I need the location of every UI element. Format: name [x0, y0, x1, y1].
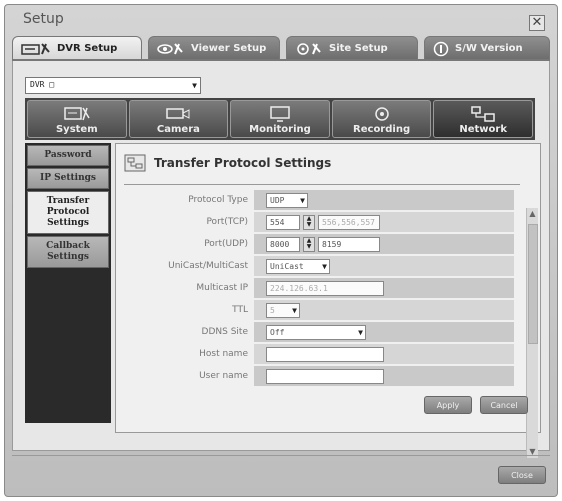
port-udp-input[interactable]: 8000: [266, 236, 300, 252]
protocol-type-label: Protocol Type: [188, 195, 248, 205]
chevron-down-icon: ▼: [292, 305, 297, 315]
top-tabs: DVR Setup Viewer Setup Site Setup S/W Ve…: [12, 36, 550, 60]
viewer-setup-icon: [157, 42, 183, 54]
port-udp-range: 8159: [318, 236, 380, 252]
dvr-setup-icon: [21, 42, 50, 55]
category-network[interactable]: Network: [433, 100, 533, 138]
ttl-select[interactable]: 5 ▼: [266, 302, 300, 318]
user-name-label: User name: [199, 371, 248, 381]
sidebar-item-ip-settings[interactable]: IP Settings: [27, 168, 109, 189]
host-name-input[interactable]: [266, 346, 384, 362]
transfer-protocol-pane: Transfer Protocol Settings Protocol Type…: [115, 143, 541, 458]
row-protocol-type: Protocol Type UDP ▼: [124, 190, 514, 210]
port-tcp-input[interactable]: 554: [266, 214, 300, 230]
monitoring-icon: [270, 106, 290, 122]
dvr-select[interactable]: DVR □ ▼: [25, 77, 201, 94]
info-icon: [433, 41, 449, 56]
dvr-setup-panel: DVR □ ▼ System Camera Monitoring Recordi…: [12, 61, 550, 458]
row-host-name: Host name: [124, 344, 514, 364]
chevron-down-icon: ▼: [300, 195, 305, 205]
category-monitoring[interactable]: Monitoring: [230, 100, 330, 138]
port-udp-label: Port(UDP): [204, 239, 248, 249]
sidebar-item-transfer-protocol[interactable]: Transfer Protocol Settings: [27, 191, 109, 234]
camera-icon: [166, 108, 190, 119]
ttl-label: TTL: [232, 305, 248, 315]
category-camera-label: Camera: [156, 124, 200, 135]
row-port-udp: Port(UDP) 8000 ▲ ▼ 8159: [124, 234, 514, 254]
tab-sw-version[interactable]: S/W Version: [424, 36, 550, 60]
multicast-ip-input[interactable]: 224.126.63.1: [266, 280, 384, 296]
apply-button[interactable]: Apply: [424, 396, 472, 414]
window-title: Setup: [23, 11, 64, 27]
chevron-down-icon: ▼: [322, 261, 327, 271]
protocol-type-select[interactable]: UDP ▼: [266, 192, 308, 208]
port-tcp-range: 556,556,557: [318, 214, 380, 230]
close-window-button[interactable]: ✕: [529, 15, 545, 31]
tab-dvr-setup[interactable]: DVR Setup: [12, 36, 142, 60]
content-header: Transfer Protocol Settings: [124, 154, 331, 172]
tab-dvr-setup-label: DVR Setup: [57, 43, 118, 54]
transfer-protocol-icon: [124, 154, 146, 172]
sidebar-item-password[interactable]: Password: [27, 145, 109, 166]
header-divider: [124, 184, 520, 185]
content-scrollbar[interactable]: ▲ ▼: [526, 208, 538, 458]
row-unicast-multicast: UniCast/MultiCast UniCast ▼: [124, 256, 514, 276]
tab-viewer-setup[interactable]: Viewer Setup: [148, 36, 280, 60]
category-system-label: System: [55, 124, 98, 135]
ddns-site-value: Off: [270, 327, 285, 337]
user-name-input[interactable]: [266, 368, 384, 384]
sidebar-item-callback[interactable]: Callback Settings: [27, 236, 109, 268]
dvr-select-value: DVR □: [30, 80, 55, 89]
cancel-button[interactable]: Cancel: [480, 396, 528, 414]
unicast-multicast-select[interactable]: UniCast ▼: [266, 258, 330, 274]
row-user-name: User name: [124, 366, 514, 386]
tab-viewer-setup-label: Viewer Setup: [191, 43, 267, 54]
row-port-tcp: Port(TCP) 554 ▲ ▼ 556,556,557: [124, 212, 514, 232]
category-recording[interactable]: Recording: [331, 100, 432, 138]
port-udp-stepper[interactable]: ▲ ▼: [303, 236, 315, 252]
tab-site-setup-label: Site Setup: [329, 43, 388, 54]
scroll-up-icon[interactable]: ▲: [527, 208, 538, 220]
recording-icon: [374, 107, 389, 121]
content-title: Transfer Protocol Settings: [154, 156, 332, 170]
category-monitoring-label: Monitoring: [249, 124, 311, 135]
scroll-thumb[interactable]: [528, 224, 538, 344]
category-camera[interactable]: Camera: [128, 100, 229, 138]
row-ddns-site: DDNS Site Off ▼: [124, 322, 514, 342]
network-icon: [471, 106, 495, 122]
close-button[interactable]: Close: [498, 466, 546, 484]
row-multicast-ip: Multicast IP 224.126.63.1: [124, 278, 514, 298]
category-recording-label: Recording: [353, 124, 411, 135]
unicast-multicast-value: UniCast: [270, 261, 304, 271]
multicast-ip-label: Multicast IP: [196, 283, 248, 293]
category-bar: System Camera Monitoring Recording Netwo…: [25, 98, 535, 140]
port-tcp-label: Port(TCP): [206, 217, 248, 227]
unicast-multicast-label: UniCast/MultiCast: [168, 261, 248, 271]
port-tcp-stepper[interactable]: ▲ ▼: [303, 214, 315, 230]
row-ttl: TTL 5 ▼: [124, 300, 514, 320]
scroll-down-icon[interactable]: ▼: [527, 446, 538, 458]
site-setup-icon: [297, 42, 321, 55]
ttl-value: 5: [270, 305, 275, 315]
system-icon: [64, 107, 90, 121]
tab-site-setup[interactable]: Site Setup: [286, 36, 418, 60]
footer-divider: [12, 455, 550, 456]
network-sidebar: Password IP Settings Transfer Protocol S…: [25, 143, 111, 423]
protocol-type-value: UDP: [270, 195, 285, 205]
chevron-down-icon: ▼: [358, 327, 363, 337]
chevron-down-icon: ▼: [192, 81, 197, 90]
tab-sw-version-label: S/W Version: [455, 43, 523, 54]
category-system[interactable]: System: [27, 100, 127, 138]
category-network-label: Network: [459, 124, 507, 135]
host-name-label: Host name: [199, 349, 248, 359]
ddns-site-label: DDNS Site: [201, 327, 248, 337]
ddns-site-select[interactable]: Off ▼: [266, 324, 366, 340]
